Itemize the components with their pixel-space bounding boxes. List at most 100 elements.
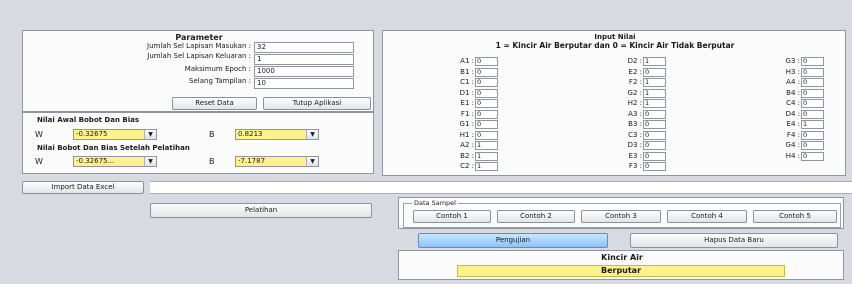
input-cell-field[interactable]: 0 bbox=[801, 151, 824, 161]
input-cell-field[interactable]: 0 bbox=[643, 141, 666, 150]
input-cell-field[interactable]: 0 bbox=[475, 120, 498, 129]
input-cell-label: F1 : bbox=[460, 109, 474, 118]
input-cell: A2 :1 bbox=[423, 140, 498, 151]
trained-b-value: -7.1787 bbox=[238, 157, 266, 165]
input-cell-field[interactable]: 0 bbox=[801, 130, 824, 140]
input-cell-field[interactable]: 0 bbox=[801, 109, 824, 119]
input-cell: F3 :0 bbox=[591, 161, 666, 172]
input-cell-field[interactable]: 1 bbox=[643, 78, 666, 87]
chevron-down-icon[interactable]: ▼ bbox=[144, 157, 156, 166]
input-cell-field[interactable]: 1 bbox=[801, 120, 824, 129]
sample-5-button[interactable]: Contoh 5 bbox=[753, 210, 837, 223]
input-cell-field[interactable]: 0 bbox=[475, 57, 498, 66]
reset-data-button[interactable]: Reset Data bbox=[172, 97, 257, 110]
input-cell-field[interactable]: 1 bbox=[643, 57, 666, 66]
close-app-button[interactable]: Tutup Aplikasi bbox=[263, 97, 371, 110]
parameter-panel: Parameter Jumlah Sel Lapisan Masukan : 3… bbox=[22, 30, 374, 112]
trained-b-combo[interactable]: -7.1787 ▼ bbox=[235, 156, 319, 167]
chevron-down-icon[interactable]: ▼ bbox=[306, 130, 318, 139]
input-cell-field[interactable]: 0 bbox=[475, 99, 498, 108]
input-cell-label: H3 : bbox=[785, 67, 800, 76]
input-cell-field[interactable]: 0 bbox=[801, 141, 824, 150]
input-cell-field[interactable]: 0 bbox=[643, 67, 666, 77]
input-cell-field[interactable]: 0 bbox=[643, 130, 666, 140]
input-cells-label: Jumlah Sel Lapisan Masukan : bbox=[147, 42, 251, 50]
initial-w-combo[interactable]: -0.32675 ▼ bbox=[73, 129, 157, 140]
max-epoch-field[interactable]: 1000 bbox=[254, 66, 354, 77]
testing-button[interactable]: Pengujian bbox=[418, 233, 608, 248]
input-cell-label: F3 : bbox=[628, 162, 642, 170]
input-cell-field[interactable]: 0 bbox=[475, 67, 498, 77]
input-cell-field[interactable]: 0 bbox=[801, 99, 824, 108]
bias-weight-panel: Nilai Awal Bobot Dan Bias W -0.32675 ▼ B… bbox=[22, 112, 374, 174]
input-cell-field[interactable]: 0 bbox=[475, 88, 498, 98]
trained-weight-title: Nilai Bobot Dan Bias Setelah Pelatihan bbox=[37, 144, 190, 152]
input-cell: B1 :0 bbox=[423, 67, 498, 78]
display-interval-label: Selang Tampilan : bbox=[189, 77, 251, 85]
sample-2-button[interactable]: Contoh 2 bbox=[497, 210, 575, 223]
input-column-2: D2 :1 E2 :0 F2 :1 G2 :1 H2 :1 A3 :0 B3 :0 C3 :0… bbox=[591, 56, 681, 176]
result-title: Kincir Air bbox=[601, 253, 643, 262]
input-cells-field[interactable]: 32 bbox=[254, 42, 354, 53]
chevron-down-icon[interactable]: ▼ bbox=[144, 130, 156, 139]
input-cell-field[interactable]: 1 bbox=[475, 162, 498, 171]
sample-3-button[interactable]: Contoh 3 bbox=[581, 210, 661, 223]
input-cell-label: B3 : bbox=[628, 120, 642, 128]
input-cell-label: G1 : bbox=[459, 120, 474, 128]
input-cell-label: D1 : bbox=[459, 88, 474, 97]
input-cell-label: C3 : bbox=[628, 130, 642, 139]
sample-1-button[interactable]: Contoh 1 bbox=[413, 210, 491, 223]
input-cell-field[interactable]: 0 bbox=[475, 78, 498, 87]
input-cell: C1 :0 bbox=[423, 77, 498, 88]
trained-w-combo[interactable]: -0.32675... ▼ bbox=[73, 156, 157, 167]
input-cell-label: D2 : bbox=[627, 57, 642, 65]
trained-b-label: B bbox=[209, 157, 215, 166]
input-cell-label: C1 : bbox=[460, 78, 474, 86]
trained-w-value: -0.32675... bbox=[76, 157, 115, 165]
initial-b-combo[interactable]: 0.8213 ▼ bbox=[235, 129, 319, 140]
input-cell-label: A4 : bbox=[786, 78, 800, 86]
input-cell-field[interactable]: 0 bbox=[801, 67, 824, 77]
input-cell-field[interactable]: 0 bbox=[643, 162, 666, 171]
input-cell-field[interactable]: 0 bbox=[801, 88, 824, 98]
input-cell: C2 :1 bbox=[423, 161, 498, 172]
input-cell-field[interactable]: 0 bbox=[643, 109, 666, 119]
parameter-title: Parameter bbox=[175, 33, 223, 42]
input-cell: B4 :0 bbox=[749, 88, 824, 99]
input-cell-label: E3 : bbox=[628, 151, 642, 160]
input-cell-label: C2 : bbox=[460, 162, 474, 170]
input-cell-label: E1 : bbox=[460, 99, 474, 107]
sample-4-button[interactable]: Contoh 4 bbox=[667, 210, 747, 223]
input-cell: C3 :0 bbox=[591, 130, 666, 141]
input-cell: H4 :0 bbox=[749, 151, 824, 162]
input-cell: E2 :0 bbox=[591, 67, 666, 78]
display-interval-field[interactable]: 10 bbox=[254, 78, 354, 89]
input-values-subtitle: 1 = Kincir Air Berputar dan 0 = Kincir A… bbox=[495, 41, 735, 50]
input-cell-field[interactable]: 0 bbox=[643, 120, 666, 129]
input-cell-field[interactable]: 1 bbox=[475, 141, 498, 150]
sample-data-caption: Data Sampel bbox=[412, 199, 458, 208]
input-cell-field[interactable]: 0 bbox=[801, 78, 824, 87]
training-button[interactable]: Pelatihan bbox=[150, 203, 372, 218]
input-cell-field[interactable]: 0 bbox=[475, 130, 498, 140]
input-cell-field[interactable]: 0 bbox=[643, 151, 666, 161]
input-cell-field[interactable]: 1 bbox=[643, 88, 666, 98]
input-cell-field[interactable]: 1 bbox=[643, 99, 666, 108]
input-cell-label: A3 : bbox=[628, 109, 642, 118]
input-cell: D4 :0 bbox=[749, 109, 824, 120]
input-cell: A3 :0 bbox=[591, 109, 666, 120]
chevron-down-icon[interactable]: ▼ bbox=[306, 157, 318, 166]
input-cell: A1 :0 bbox=[423, 56, 498, 67]
input-cell-field[interactable]: 0 bbox=[475, 109, 498, 119]
input-cell-field[interactable]: 0 bbox=[801, 57, 824, 66]
input-cell: E1 :0 bbox=[423, 98, 498, 109]
clear-new-data-button[interactable]: Hapus Data Baru bbox=[630, 233, 838, 248]
input-cell-field[interactable]: 1 bbox=[475, 151, 498, 161]
import-excel-button[interactable]: Import Data Excel bbox=[22, 181, 144, 194]
output-cells-field[interactable]: 1 bbox=[254, 54, 354, 65]
divider-bar bbox=[150, 181, 852, 194]
input-cell-label: F2 : bbox=[628, 78, 642, 86]
input-cell-label: H4 : bbox=[785, 151, 800, 160]
input-cell-label: G4 : bbox=[785, 141, 800, 149]
output-cells-label: Jumlah Sel Lapisan Keluaran : bbox=[147, 52, 251, 60]
